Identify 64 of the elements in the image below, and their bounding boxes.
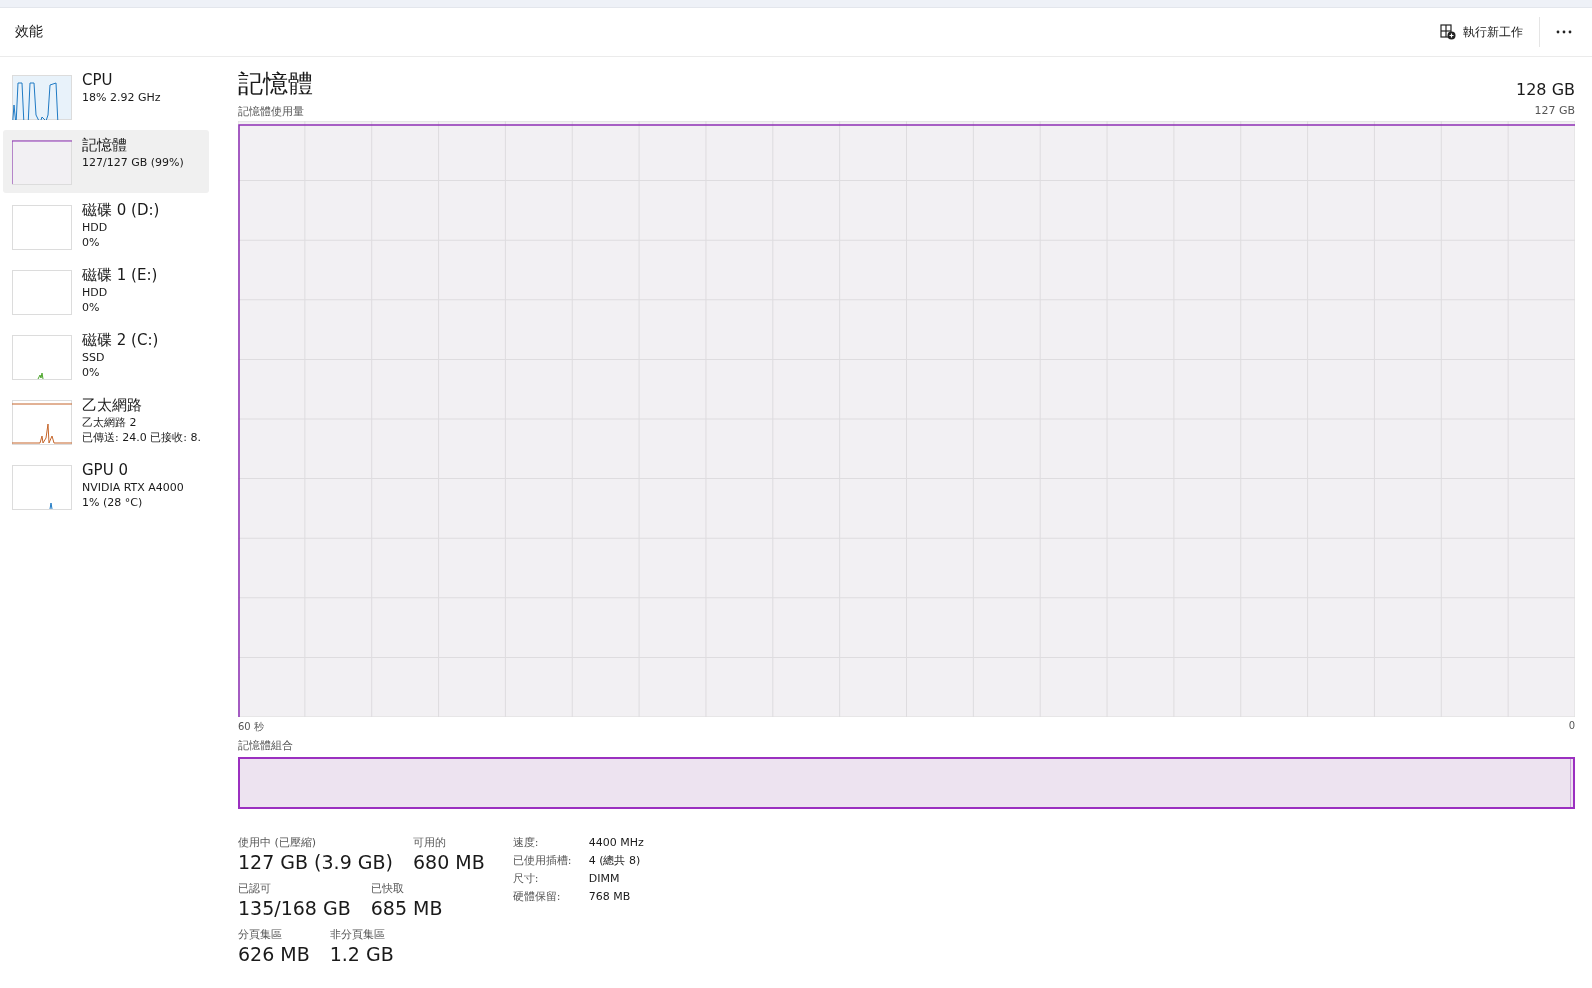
- device-name: 乙太網路: [82, 396, 143, 415]
- stat-value: 1.2 GB: [329, 942, 394, 967]
- total-memory: 128 GB: [1516, 79, 1575, 101]
- device-name: 磁碟 1 (E:): [82, 266, 158, 285]
- device-name: CPU: [82, 71, 114, 90]
- detail-value: DIMM: [588, 871, 621, 887]
- more-icon: [1556, 30, 1572, 34]
- time-axis-end: 0: [1568, 720, 1575, 733]
- sparkline-graph: [12, 75, 72, 120]
- stat-label: 分頁集區: [238, 927, 283, 942]
- device-detail: 127/127 GB (99%): [82, 155, 184, 170]
- time-axis-start: 60 秒: [238, 720, 264, 734]
- detail-value: 4400 MHz: [588, 835, 644, 851]
- device-detail: 已傳送: 24.0 已接收: 8.: [82, 430, 201, 445]
- stat-label: 已認可: [238, 881, 272, 896]
- device-name: 磁碟 0 (D:): [82, 201, 160, 220]
- detail-value: 768 MB: [588, 889, 632, 905]
- sparkline-graph: [12, 335, 72, 380]
- run-new-task-button[interactable]: 執行新工作: [1434, 19, 1529, 45]
- new-task-icon: [1440, 24, 1456, 40]
- device-detail: 乙太網路 2: [82, 415, 138, 430]
- stat-label: 已快取: [370, 881, 405, 896]
- device-detail: 1% (28 °C): [82, 495, 144, 510]
- stat-value: 626 MB: [238, 942, 310, 967]
- stat-value: 135/168 GB: [238, 896, 351, 921]
- device-name: GPU 0: [82, 461, 129, 480]
- sidebar-item[interactable]: 記憶體 127/127 GB (99%): [3, 130, 209, 193]
- sparkline-graph: [12, 465, 72, 510]
- stat-label: 可用的: [412, 835, 447, 850]
- device-detail: 0%: [82, 300, 101, 315]
- device-detail: 18% 2.92 GHz: [82, 90, 161, 105]
- stat-value: 680 MB: [412, 850, 485, 875]
- stat-value: 127 GB (3.9 GB): [238, 850, 393, 875]
- stat-value: 685 MB: [370, 896, 443, 921]
- composition-label: 記憶體組合: [238, 738, 293, 753]
- section-title: 記憶體: [238, 68, 313, 100]
- device-detail: HDD: [82, 285, 109, 300]
- sparkline-graph: [12, 270, 72, 315]
- detail-key: 速度:: [512, 835, 589, 851]
- device-name: 磁碟 2 (C:): [82, 331, 159, 350]
- detail-value: 4 (總共 8): [588, 853, 642, 869]
- sidebar-item[interactable]: 磁碟 2 (C:) SSD 0%: [3, 325, 209, 388]
- detail-key: 尺寸:: [512, 871, 589, 887]
- device-detail: NVIDIA RTX A4000: [82, 480, 184, 495]
- sidebar-item[interactable]: 乙太網路 乙太網路 2 已傳送: 24.0 已接收: 8.: [3, 390, 209, 453]
- page-title: 效能: [15, 23, 43, 41]
- sparkline-graph: [12, 400, 72, 445]
- graph-label: 記憶體使用量: [238, 104, 304, 119]
- device-detail: SSD: [82, 350, 106, 365]
- device-name: 記憶體: [82, 136, 128, 155]
- sidebar-item[interactable]: 磁碟 1 (E:) HDD 0%: [3, 260, 209, 323]
- sparkline-graph: [12, 205, 72, 250]
- device-detail: HDD: [82, 220, 109, 235]
- sparkline-graph: [12, 140, 72, 185]
- device-detail: 0%: [82, 365, 101, 380]
- sidebar-item[interactable]: GPU 0 NVIDIA RTX A4000 1% (28 °C): [3, 455, 209, 518]
- detail-key: 已使用插槽:: [512, 853, 589, 869]
- stat-label: 使用中 (已壓縮): [238, 835, 318, 850]
- graph-max-label: 127 GB: [1534, 104, 1575, 119]
- sidebar-item[interactable]: CPU 18% 2.92 GHz: [3, 65, 209, 128]
- device-detail: 0%: [82, 235, 101, 250]
- detail-key: 硬體保留:: [512, 889, 589, 905]
- stat-label: 非分頁集區: [329, 927, 386, 942]
- sidebar-item[interactable]: 磁碟 0 (D:) HDD 0%: [3, 195, 209, 258]
